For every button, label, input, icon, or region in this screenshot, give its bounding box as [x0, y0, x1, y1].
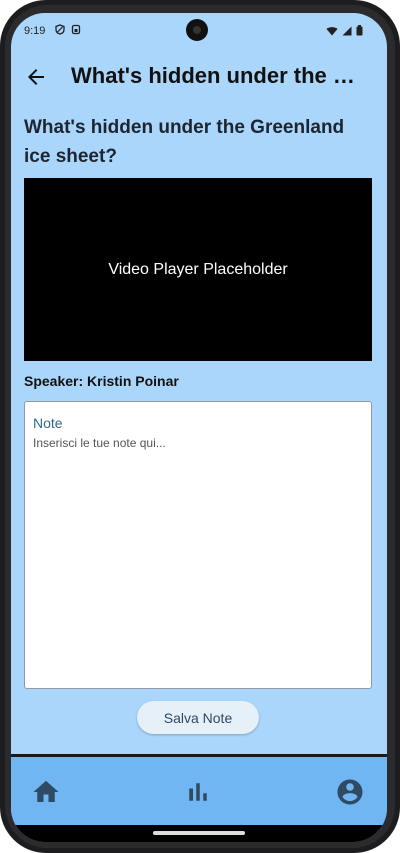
app-screen: 9:19 What's hidden under the Greenland i… — [11, 13, 387, 842]
video-placeholder-text: Video Player Placeholder — [108, 260, 288, 278]
home-icon[interactable] — [31, 777, 61, 807]
status-bar: 9:19 — [11, 13, 387, 49]
notes-input[interactable] — [33, 436, 363, 666]
battery-icon — [356, 25, 363, 36]
bottom-navigation — [11, 757, 387, 825]
home-gesture-bar[interactable] — [153, 831, 245, 835]
talk-title: What's hidden under the Greenland ice sh… — [24, 117, 345, 167]
phone-frame: 9:19 What's hidden under the Greenland i… — [0, 0, 400, 853]
wifi-icon — [326, 26, 338, 35]
status-icons — [55, 24, 81, 35]
speaker-label: Speaker: Kristin Poinar — [24, 373, 179, 389]
bar-chart-icon[interactable] — [183, 777, 213, 807]
back-arrow-icon[interactable] — [24, 65, 48, 89]
app-bar: What's hidden under the Greenland ice sh… — [11, 53, 387, 103]
video-player[interactable]: Video Player Placeholder — [24, 178, 372, 361]
gesture-area — [11, 825, 387, 842]
notes-label: Note — [33, 415, 63, 431]
save-notes-button[interactable]: Salva Note — [137, 701, 259, 734]
account-circle-icon[interactable] — [335, 777, 365, 807]
app-bar-title: What's hidden under the Greenland ice sh… — [71, 63, 371, 88]
system-indicators — [326, 25, 363, 36]
front-camera — [186, 19, 208, 41]
status-time: 9:19 — [24, 25, 46, 37]
cell-signal-icon — [342, 26, 352, 35]
notes-field[interactable]: Note — [24, 401, 372, 689]
shield-icon — [55, 24, 65, 35]
sim-icon — [71, 24, 81, 35]
